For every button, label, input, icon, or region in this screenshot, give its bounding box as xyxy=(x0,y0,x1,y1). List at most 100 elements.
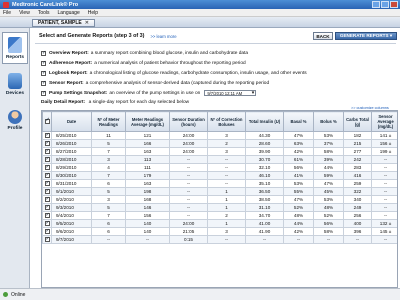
pump-settings-date-select[interactable]: 9/7/2010 12:11 AM xyxy=(204,90,257,96)
table-row[interactable]: 9/4/20107156--234.7048%52%256-- xyxy=(42,211,397,220)
maximize-button[interactable] xyxy=(381,1,389,8)
row-checkbox[interactable] xyxy=(42,219,52,228)
table-row[interactable]: 8/27/2010716324:00339.9042%58%277199 ± xyxy=(42,147,397,156)
sidebar-item-devices[interactable]: Devices xyxy=(2,68,28,100)
table-cell: 8/29/2010 xyxy=(51,163,92,172)
column-header[interactable]: Meter Readings Average (mg/dL) xyxy=(125,111,170,132)
table-row[interactable]: 9/1/20105198--136.5055%45%322-- xyxy=(42,187,397,196)
row-checkbox[interactable] xyxy=(42,147,52,156)
table-cell: 47% xyxy=(283,195,314,204)
column-header[interactable]: Sensor Average (mg/dL) xyxy=(371,111,397,132)
table-row[interactable]: 8/26/2010516624:00228.6063%37%215156 ± xyxy=(42,139,397,148)
close-tab-icon[interactable]: ✕ xyxy=(85,20,89,26)
daily-detail-table: Date Nº of Meter Readings Meter Readings… xyxy=(41,110,398,288)
row-checkbox[interactable] xyxy=(42,155,52,164)
close-button[interactable] xyxy=(390,1,398,8)
table-row[interactable]: 8/25/20101112124:00344.3047%53%182141 ± xyxy=(42,131,397,140)
row-checkbox[interactable] xyxy=(42,203,52,212)
sidebar-item-profile[interactable]: Profile xyxy=(2,104,28,136)
table-cell: 156 ± xyxy=(371,139,397,148)
row-checkbox[interactable] xyxy=(42,171,52,180)
learn-more-link[interactable]: >> learn more xyxy=(150,34,176,39)
option-sensor: Sensor Report: a comprehensive analysis … xyxy=(41,78,396,88)
overview-checkbox[interactable] xyxy=(41,50,46,56)
option-desc: a chronological listing of glucose readi… xyxy=(89,70,307,76)
table-cell: 39% xyxy=(313,155,344,164)
table-row[interactable]: 9/7/2010----0:15------------ xyxy=(42,235,397,244)
minimize-button[interactable] xyxy=(372,1,380,8)
table-cell: 396 xyxy=(343,227,372,236)
row-checkbox[interactable] xyxy=(42,235,52,244)
table-cell: 58% xyxy=(313,227,344,236)
column-header[interactable]: Nº of Correction Boluses xyxy=(207,111,246,132)
table-cell: 168 xyxy=(125,195,170,204)
sensor-checkbox[interactable] xyxy=(41,80,46,86)
table-cell: 45% xyxy=(313,187,344,196)
table-cell: -- xyxy=(343,235,372,244)
table-row[interactable]: 8/28/20103113----30.7061%39%242-- xyxy=(42,155,397,164)
row-checkbox[interactable] xyxy=(42,139,52,148)
table-row[interactable]: 9/3/20105146--131.1052%48%249-- xyxy=(42,203,397,212)
table-row[interactable]: 8/29/20104111----32.1056%44%283-- xyxy=(42,163,397,172)
row-checkbox[interactable] xyxy=(42,227,52,236)
menu-view[interactable]: View xyxy=(19,10,30,16)
table-cell: 6 xyxy=(91,227,126,236)
menu-file[interactable]: File xyxy=(3,10,11,16)
menu-language[interactable]: Language xyxy=(58,10,80,16)
table-row[interactable]: 8/31/20106163----35.1053%47%259-- xyxy=(42,179,397,188)
logbook-checkbox[interactable] xyxy=(41,70,46,76)
table-body: 8/25/20101112124:00344.3047%53%182141 ±8… xyxy=(42,131,397,244)
table-row[interactable]: 9/2/20103168--138.5047%53%340-- xyxy=(42,195,397,204)
table-row[interactable]: 9/6/2010614021:05341.9042%58%396145 ± xyxy=(42,227,397,236)
table-cell: 145 ± xyxy=(371,227,397,236)
row-checkbox[interactable] xyxy=(42,179,52,188)
pump-settings-checkbox[interactable] xyxy=(41,90,46,96)
adherence-checkbox[interactable] xyxy=(41,60,46,66)
column-header[interactable]: Carbs Total (g) xyxy=(343,111,372,132)
table-cell: -- xyxy=(313,235,344,244)
table-cell: 8/31/2010 xyxy=(51,179,92,188)
column-header[interactable]: Nº of Meter Readings xyxy=(91,111,126,132)
table-cell: 249 xyxy=(343,203,372,212)
table-cell: 3 xyxy=(207,227,246,236)
column-header[interactable]: Total Insulin (U) xyxy=(245,111,284,132)
option-logbook: Logbook Report: a chronological listing … xyxy=(41,68,396,78)
table-cell: 9/4/2010 xyxy=(51,211,92,220)
patient-tab-label: PATIENT, SAMPLE xyxy=(38,20,82,26)
table-cell: 141 ± xyxy=(371,131,397,140)
table-cell: 6 xyxy=(91,219,126,228)
table-cell: 163 xyxy=(125,179,170,188)
table-cell: 47% xyxy=(283,131,314,140)
option-name: Sensor Report: xyxy=(49,80,84,86)
table-cell: 3 xyxy=(91,155,126,164)
table-cell: 7 xyxy=(91,147,126,156)
sidebar-item-reports[interactable]: Reports xyxy=(2,32,28,64)
table-row[interactable]: 9/5/2010614024:00141.0044%56%400132 ± xyxy=(42,219,397,228)
row-checkbox[interactable] xyxy=(42,195,52,204)
table-cell: 28.60 xyxy=(245,139,284,148)
column-header[interactable]: Date xyxy=(51,111,92,132)
column-header[interactable]: Bolus % xyxy=(313,111,344,132)
menu-help[interactable]: Help xyxy=(88,10,98,16)
generate-reports-button[interactable]: GENERATE REPORTS ▾ xyxy=(335,32,397,40)
table-cell: 56% xyxy=(313,219,344,228)
column-header[interactable]: Basal % xyxy=(283,111,314,132)
row-checkbox[interactable] xyxy=(42,187,52,196)
row-checkbox[interactable] xyxy=(42,211,52,220)
menu-tools[interactable]: Tools xyxy=(38,10,50,16)
select-all-checkbox[interactable] xyxy=(42,111,52,132)
table-cell: 9/7/2010 xyxy=(51,235,92,244)
table-cell: 215 xyxy=(343,139,372,148)
back-button[interactable]: BACK xyxy=(313,32,333,40)
patient-tab-bar: PATIENT, SAMPLE ✕ xyxy=(0,17,400,28)
patient-tab[interactable]: PATIENT, SAMPLE ✕ xyxy=(32,19,95,27)
table-cell: -- xyxy=(169,155,208,164)
table-cell: 42% xyxy=(283,227,314,236)
table-cell: 39.90 xyxy=(245,147,284,156)
row-checkbox[interactable] xyxy=(42,131,52,140)
table-row[interactable]: 8/30/20107179----46.1041%59%416-- xyxy=(42,171,397,180)
table-cell: 163 xyxy=(125,147,170,156)
column-header[interactable]: Sensor Duration (hours) xyxy=(169,111,208,132)
option-desc: a numerical analysis of patient behavior… xyxy=(94,60,246,66)
row-checkbox[interactable] xyxy=(42,163,52,172)
